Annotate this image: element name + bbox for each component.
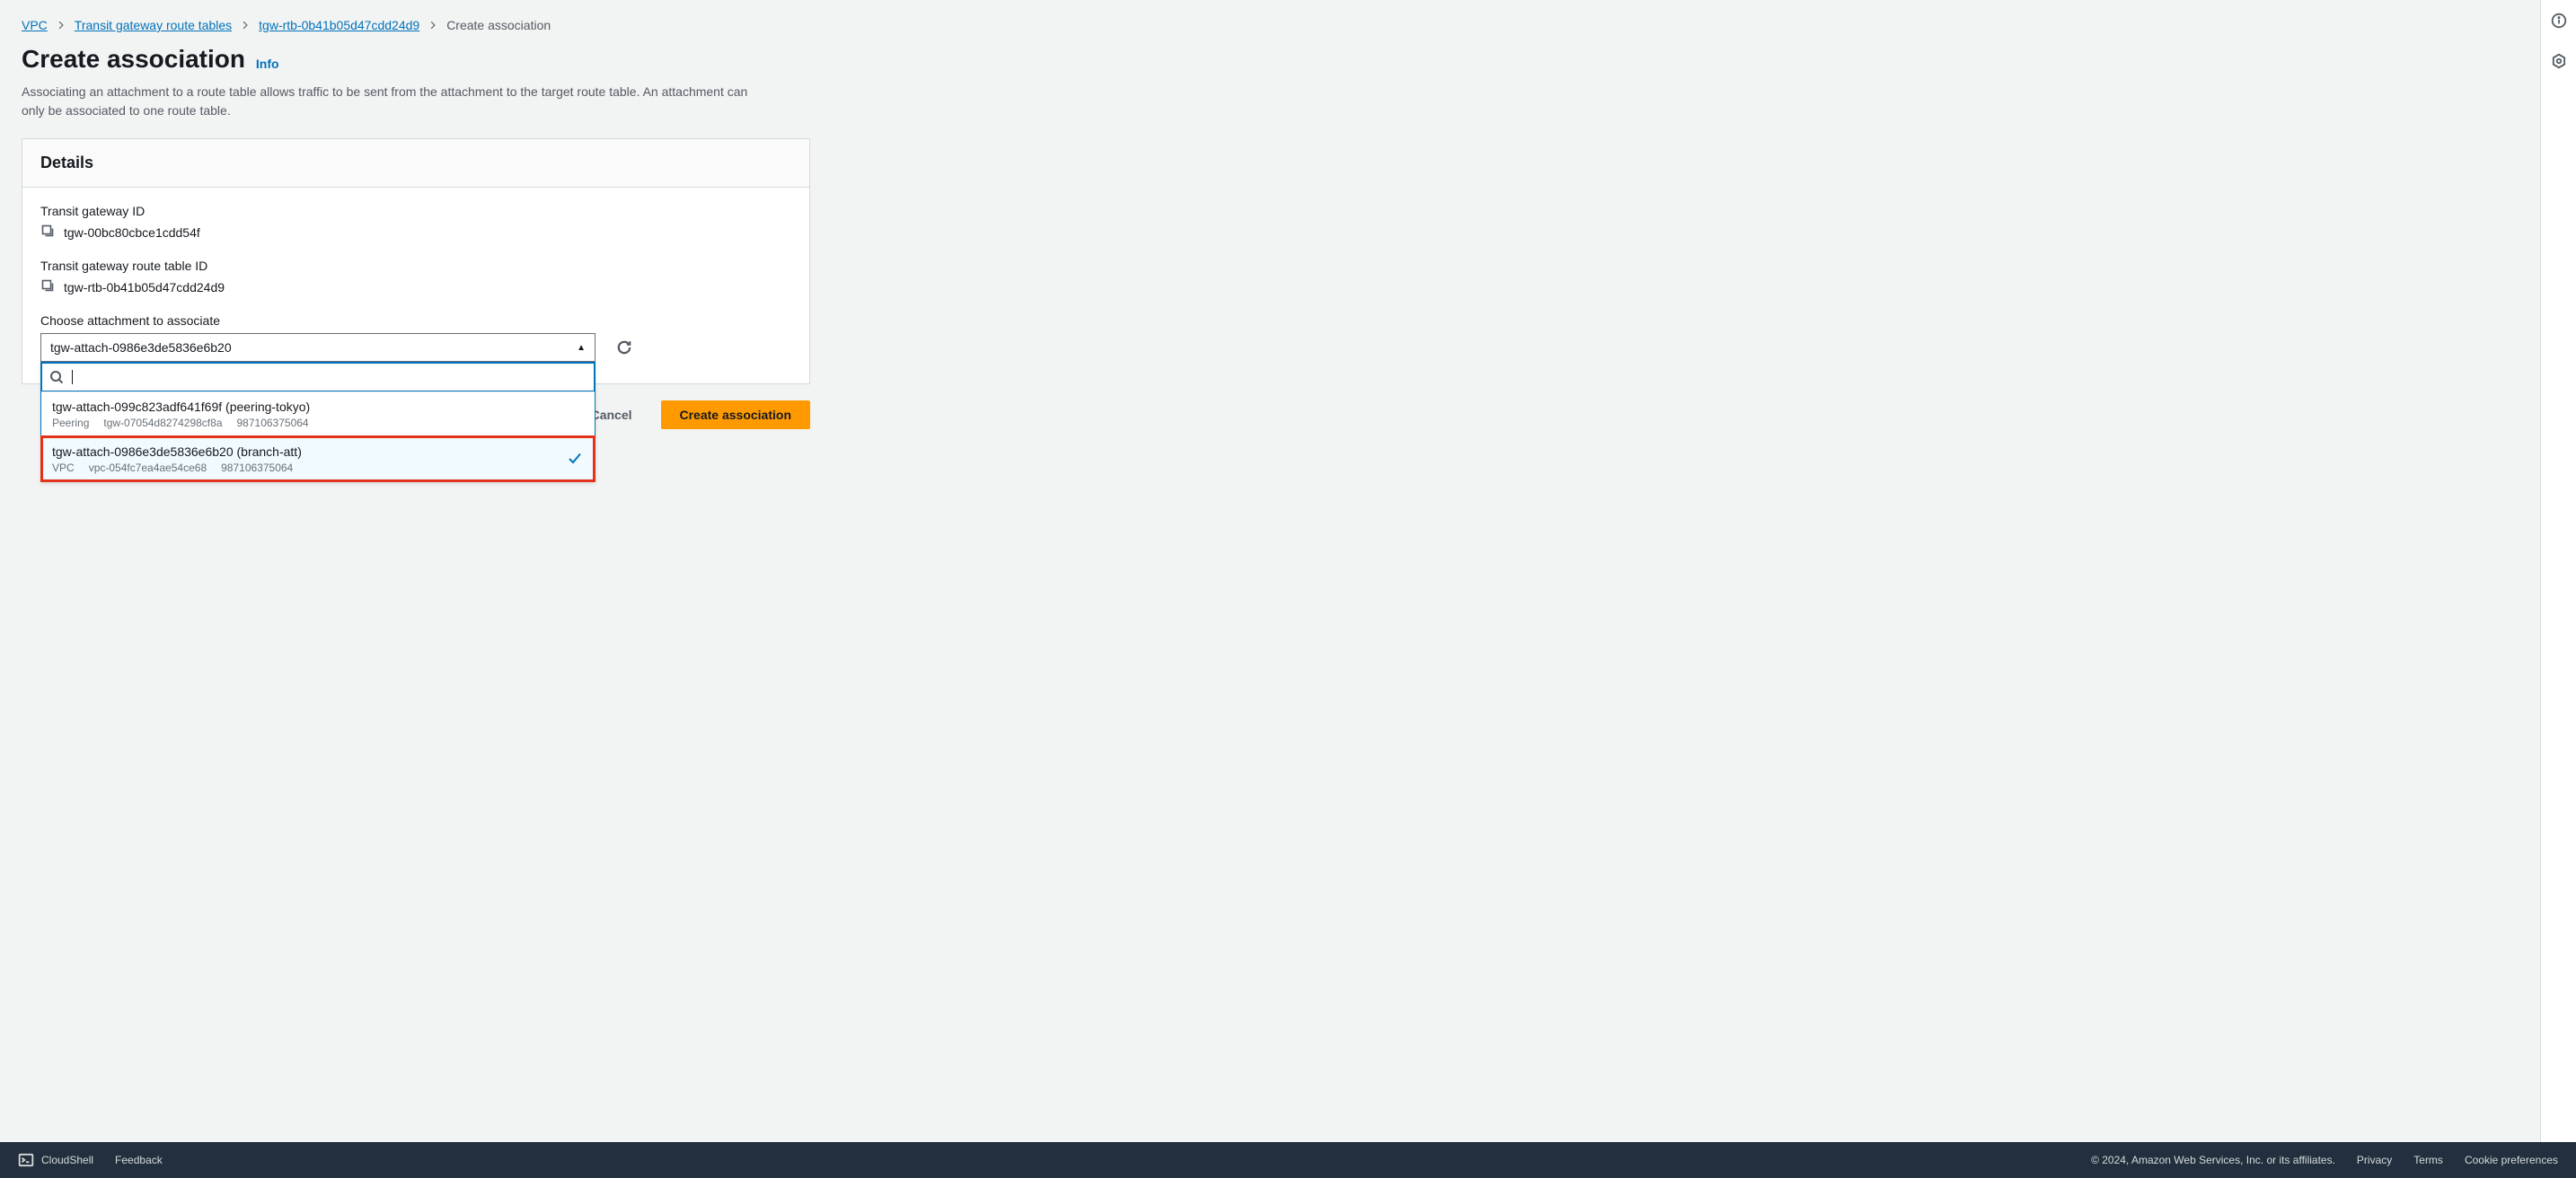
route-table-id-value: tgw-rtb-0b41b05d47cdd24d9 [64, 280, 225, 294]
transit-gateway-id-value: tgw-00bc80cbce1cdd54f [64, 225, 200, 240]
panel-header: Details [22, 139, 809, 188]
chevron-right-icon [57, 18, 66, 32]
privacy-link[interactable]: Privacy [2357, 1154, 2392, 1166]
text-cursor [72, 370, 73, 384]
cloudshell-button[interactable]: CloudShell [18, 1152, 93, 1168]
attachment-select[interactable]: tgw-attach-0986e3de5836e6b20 ▲ [40, 333, 595, 362]
option-title: tgw-attach-0986e3de5836e6b20 (branch-att… [52, 444, 584, 459]
copyright-text: © 2024, Amazon Web Services, Inc. or its… [2091, 1154, 2335, 1166]
copy-icon[interactable] [40, 278, 55, 295]
option-account: 987106375064 [221, 462, 293, 474]
check-icon [568, 451, 582, 468]
chevron-right-icon [241, 18, 250, 32]
dropdown-option-peering-tokyo[interactable]: tgw-attach-099c823adf641f69f (peering-to… [41, 391, 595, 436]
option-title: tgw-attach-099c823adf641f69f (peering-to… [52, 400, 584, 414]
settings-hex-icon[interactable] [2551, 53, 2567, 72]
page-title: Create association [22, 45, 245, 73]
option-account: 987106375064 [237, 417, 309, 429]
right-help-rail [2540, 0, 2576, 1142]
route-table-id-label: Transit gateway route table ID [40, 259, 791, 273]
option-resource: tgw-07054d8274298cf8a [103, 417, 222, 429]
footer: CloudShell Feedback © 2024, Amazon Web S… [0, 1142, 2576, 1178]
transit-gateway-id-label: Transit gateway ID [40, 204, 791, 218]
attachment-dropdown: tgw-attach-099c823adf641f69f (peering-to… [40, 362, 595, 482]
option-type: Peering [52, 417, 89, 429]
choose-attachment-label: Choose attachment to associate [40, 313, 791, 328]
copy-icon[interactable] [40, 224, 55, 241]
option-type: VPC [52, 462, 75, 474]
feedback-link[interactable]: Feedback [115, 1154, 163, 1166]
breadcrumb-current: Create association [446, 18, 551, 32]
details-panel: Details Transit gateway ID tgw-00bc80cbc… [22, 138, 810, 384]
breadcrumb: VPC Transit gateway route tables tgw-rtb… [22, 18, 2554, 32]
refresh-button[interactable] [610, 333, 639, 362]
caret-up-icon: ▲ [577, 343, 586, 353]
dropdown-option-branch-att[interactable]: tgw-attach-0986e3de5836e6b20 (branch-att… [41, 436, 595, 481]
info-link[interactable]: Info [256, 57, 279, 71]
chevron-right-icon [428, 18, 437, 32]
cookie-preferences-link[interactable]: Cookie preferences [2465, 1154, 2558, 1166]
breadcrumb-route-table-id[interactable]: tgw-rtb-0b41b05d47cdd24d9 [259, 18, 419, 32]
terms-link[interactable]: Terms [2413, 1154, 2443, 1166]
cloudshell-label: CloudShell [41, 1154, 93, 1166]
dropdown-search-input[interactable] [71, 364, 587, 391]
attachment-selected-value: tgw-attach-0986e3de5836e6b20 [50, 340, 232, 355]
page-description: Associating an attachment to a route tab… [22, 83, 758, 120]
info-circle-icon[interactable] [2551, 13, 2567, 31]
create-association-button[interactable]: Create association [661, 400, 811, 429]
breadcrumb-transit-gateway-route-tables[interactable]: Transit gateway route tables [75, 18, 232, 32]
option-resource: vpc-054fc7ea4ae54ce68 [89, 462, 207, 474]
breadcrumb-vpc[interactable]: VPC [22, 18, 48, 32]
search-icon [49, 370, 64, 384]
